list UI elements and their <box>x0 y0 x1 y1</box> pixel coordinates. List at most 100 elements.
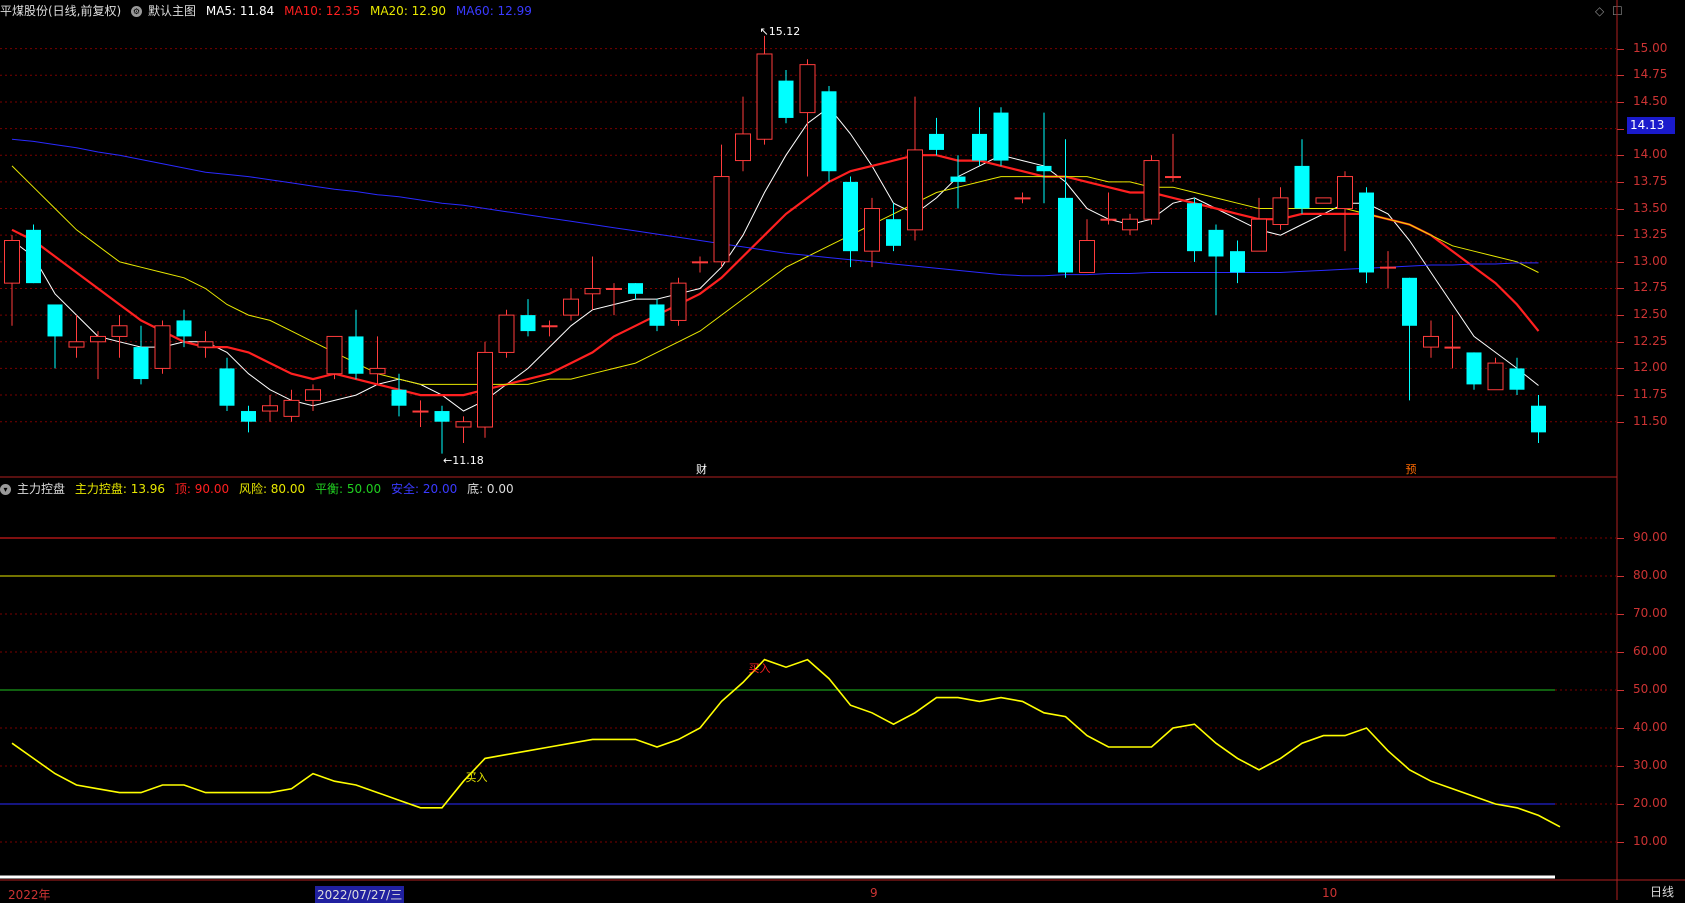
candle <box>1014 192 1031 204</box>
candle <box>434 405 450 454</box>
candle-body <box>756 53 773 140</box>
candle-body <box>584 287 601 295</box>
candle <box>993 107 1009 166</box>
candle <box>628 283 643 300</box>
candle <box>369 336 386 385</box>
candle-body <box>541 325 558 328</box>
candle <box>1251 197 1267 252</box>
kline-chart[interactable] <box>0 0 1685 900</box>
candle <box>649 299 665 332</box>
price-tick <box>1617 101 1624 103</box>
candle-body <box>1058 197 1073 273</box>
indicator-tick <box>1617 728 1624 729</box>
candle <box>1359 187 1374 284</box>
candle-body <box>1402 277 1417 326</box>
candle <box>1315 197 1332 204</box>
candle <box>262 395 278 422</box>
ma-line-ma60 <box>11 138 1539 277</box>
candle-body <box>154 325 171 369</box>
price-tick-label: 14.50 <box>1633 93 1668 108</box>
candle <box>1272 187 1289 230</box>
price-tick-label: 13.25 <box>1633 227 1668 242</box>
indicator-tick-label: 70.00 <box>1633 606 1668 620</box>
price-tick-label: 12.50 <box>1633 307 1668 322</box>
candle-body <box>412 410 429 413</box>
price-tick <box>1617 341 1624 343</box>
candle-body <box>563 298 579 316</box>
control-line <box>11 658 1561 828</box>
candle <box>1487 357 1504 391</box>
candle <box>326 335 343 380</box>
price-tick-label: 12.25 <box>1633 333 1668 348</box>
candle <box>821 85 837 182</box>
candle-body <box>821 91 837 172</box>
candle-body <box>1251 218 1267 252</box>
candle-body <box>1531 405 1546 433</box>
x-axis-label-month-10: 10 <box>1322 886 1338 900</box>
candle-body <box>133 347 149 380</box>
candle <box>756 35 773 145</box>
candle <box>864 197 880 268</box>
price-tick <box>1617 128 1624 130</box>
candle <box>1423 320 1439 358</box>
indicator-tick-label: 10.00 <box>1633 834 1668 848</box>
candle <box>348 309 364 380</box>
candle <box>283 389 300 422</box>
price-tick <box>1617 75 1624 77</box>
candle-body <box>1487 362 1504 391</box>
candle-body <box>90 335 106 343</box>
candle-body <box>993 112 1009 161</box>
candle-body <box>713 176 730 263</box>
candle <box>1100 192 1117 225</box>
candle <box>305 384 321 412</box>
candle <box>47 304 63 369</box>
candle-body <box>1466 352 1482 385</box>
candle <box>1143 155 1160 225</box>
price-tick-label: 11.50 <box>1633 413 1668 428</box>
buy-signal-label: 买入 <box>465 771 488 785</box>
candle-body <box>692 261 708 264</box>
candle <box>4 235 20 326</box>
moving-average-lines <box>11 106 1540 412</box>
candle-body <box>670 282 687 321</box>
candle <box>1079 219 1095 273</box>
last-price-box: 14.13 <box>1627 117 1675 134</box>
price-tick-label: 13.00 <box>1633 253 1668 268</box>
indicator-tick-label: 60.00 <box>1633 644 1668 658</box>
price-tick-label: 12.75 <box>1633 280 1668 295</box>
price-tick-label: 13.75 <box>1633 173 1668 188</box>
indicator-tick-label: 30.00 <box>1633 758 1668 772</box>
candle-body <box>262 405 278 412</box>
candle-body <box>455 421 472 428</box>
candle-body <box>219 368 235 406</box>
candle <box>606 283 622 316</box>
period-button[interactable]: 日线 <box>1640 884 1684 900</box>
candle-body <box>1143 160 1160 220</box>
candle-body <box>1079 240 1095 273</box>
candle-body <box>1423 335 1439 348</box>
price-tick <box>1617 181 1624 183</box>
indicator-tick <box>1617 576 1624 577</box>
high-arrow-icon: ↖ <box>759 24 769 38</box>
forecast-event-marker[interactable]: 预 <box>1406 463 1417 477</box>
candle-body <box>649 304 665 326</box>
x-axis-label-selected-date: 2022/07/27/三 <box>315 886 405 903</box>
candle <box>1208 224 1224 316</box>
candle <box>498 309 515 358</box>
candle <box>1337 171 1353 252</box>
candle-body <box>864 208 880 252</box>
candle-body <box>1444 346 1461 349</box>
candle-body <box>520 315 536 332</box>
candle-body <box>47 304 63 337</box>
indicator-lines <box>0 537 1561 879</box>
price-tick <box>1617 315 1624 317</box>
candle-body <box>1036 165 1052 172</box>
finance-event-marker[interactable]: 财 <box>696 463 707 477</box>
candle-body <box>348 336 364 374</box>
candle-body <box>305 389 321 401</box>
indicator-tick <box>1617 766 1624 767</box>
candle <box>1122 213 1138 236</box>
indicator-axis: 90.00 80.00 70.00 60.00 50.00 40.00 30.00 20.00… <box>1617 478 1685 880</box>
candle-body <box>369 367 386 375</box>
candle-body <box>1014 197 1031 200</box>
